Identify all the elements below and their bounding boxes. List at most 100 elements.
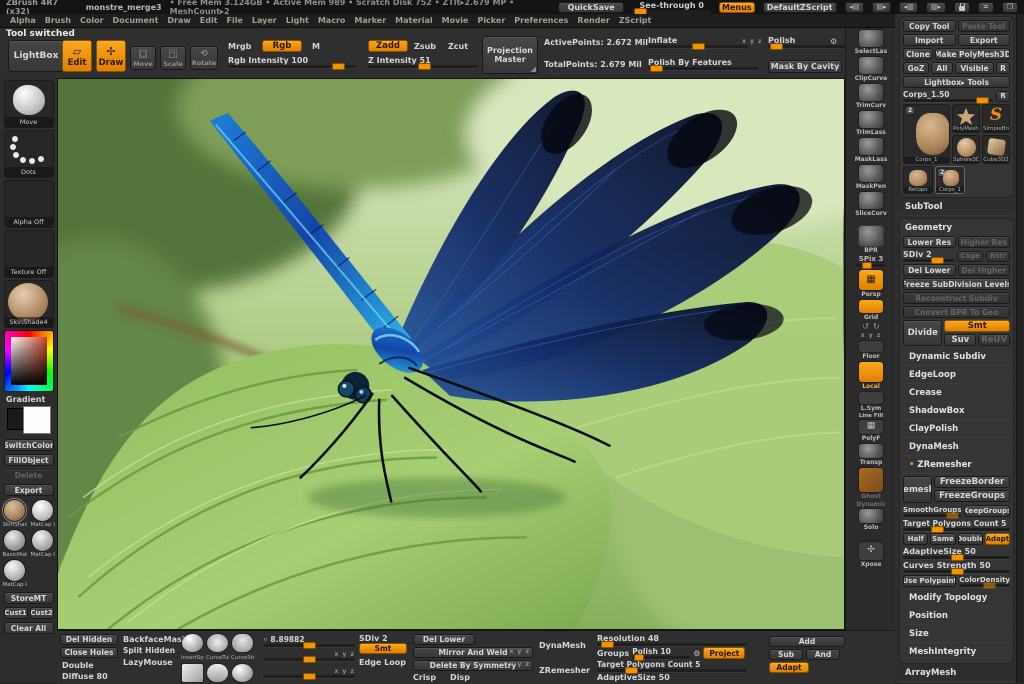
adapt-button[interactable]: Adapt — [985, 533, 1010, 545]
current-tool-thumb[interactable]: 2 Corps_1 — [903, 104, 950, 164]
alpha-tile[interactable]: Alpha Off — [4, 180, 54, 228]
rgb-intensity-slider[interactable]: Rgb Intensity 100 — [228, 56, 356, 68]
curves-strength-slider[interactable]: Curves Strength 50 — [903, 561, 1010, 573]
curvetub-brush[interactable] — [206, 633, 229, 653]
menu-draw[interactable]: Draw — [167, 16, 190, 25]
disp-toggle[interactable]: Disp — [450, 673, 470, 682]
lower-res-button[interactable]: Lower Res — [903, 236, 956, 248]
rstr-button[interactable]: Rstr — [986, 251, 1010, 262]
persp-button[interactable]: ▦ Persp — [853, 269, 889, 298]
convert-bpr-button[interactable]: Convert BPR To Geo — [903, 306, 1010, 318]
draw-size-slider[interactable]: ◦ 8.89882 — [263, 635, 355, 647]
polymesh3d-thumb[interactable]: PolyMesh3D — [952, 104, 980, 133]
section-position[interactable]: Position — [903, 607, 1010, 625]
double-button[interactable]: Double — [958, 533, 983, 545]
groups-toggle[interactable]: Groups — [597, 649, 629, 658]
diffuse-slider[interactable]: Diffuse 80 — [60, 671, 118, 682]
sphere3d-thumb[interactable]: Sphere3D — [952, 135, 980, 164]
reuv-button[interactable]: ReUV — [978, 334, 1010, 346]
retopo-thumb[interactable]: Retopo — [903, 166, 933, 194]
divide-button[interactable]: Divide — [903, 320, 942, 346]
cage-button[interactable]: Cage — [957, 251, 983, 262]
goz-button[interactable]: GoZ — [903, 62, 929, 74]
matcap-pearl[interactable]: MatCap P — [3, 559, 27, 588]
menu-render[interactable]: Render — [577, 16, 609, 25]
gradient-label[interactable]: Gradient — [0, 395, 45, 404]
dynamesh-and-button[interactable]: And — [806, 649, 840, 660]
polyf-button[interactable]: Line Fill ▦ PolyF — [853, 413, 889, 442]
spix-slider[interactable]: SPix 3 — [853, 255, 889, 268]
menu-light[interactable]: Light — [286, 16, 309, 25]
window-button[interactable]: ❒ — [1002, 2, 1018, 13]
half-button[interactable]: Half — [903, 533, 928, 545]
move-button[interactable]: ⿴Move — [130, 46, 156, 70]
inflate-slider[interactable]: Inflate — [648, 36, 748, 48]
mirror-and-weld-button[interactable]: Mirror And Weld x y z — [413, 647, 533, 658]
section-shadowbox[interactable]: ShadowBox — [903, 402, 1010, 420]
same-button[interactable]: Same — [930, 533, 955, 545]
lightbox-tools-button[interactable]: Lightbox▸ Tools — [903, 76, 1010, 88]
crisp-toggle[interactable]: Crisp — [413, 673, 436, 682]
panel-scrollbar[interactable] — [1016, 14, 1024, 683]
keepgroups-button[interactable]: KeepGroups — [964, 505, 1010, 517]
grid-button[interactable]: Grid — [853, 299, 889, 321]
zcut-button[interactable]: Zcut — [448, 42, 468, 51]
page-forward-button[interactable]: ▤▸ — [872, 2, 891, 13]
corps1-thumb[interactable]: 2 Corps_1 — [935, 166, 965, 194]
maskpen-button[interactable]: MaskPen — [853, 164, 889, 190]
lsym-button[interactable]: L.Sym — [853, 391, 889, 412]
bpr-button[interactable]: BPR — [853, 225, 889, 254]
color-square[interactable] — [11, 337, 47, 385]
clone-button[interactable]: Clone — [903, 48, 933, 60]
use-polypaint-button[interactable]: Use Polypaint — [903, 575, 956, 587]
cust2-button[interactable]: Cust2 — [30, 607, 54, 619]
menu-alpha[interactable]: Alpha — [10, 16, 36, 25]
resolution-slider[interactable]: Resolution 48 — [597, 634, 765, 646]
ghost-button[interactable]: Ghost — [853, 467, 889, 500]
delete-button[interactable]: Delete — [4, 469, 54, 481]
menu-color[interactable]: Color — [80, 16, 104, 25]
switchcolor-button[interactable]: SwitchColor — [4, 439, 54, 451]
tool-r-button[interactable]: R — [996, 91, 1010, 102]
projection-master-button[interactable]: Projection Master ◢ — [482, 36, 538, 74]
make-polymesh3d-button[interactable]: Make PolyMesh3D — [935, 48, 1010, 60]
menu-file[interactable]: File — [227, 16, 243, 25]
quicksave-button[interactable]: QuickSave — [558, 2, 625, 13]
double-toggle[interactable]: Double — [60, 660, 118, 671]
transp-button[interactable]: Transp — [853, 443, 889, 466]
strip-xyz-marks[interactable]: x y z — [853, 332, 889, 339]
rotate-view-buttons[interactable]: ↺ ↻ — [853, 322, 889, 331]
z-intensity-slider[interactable]: Z Intensity 51 — [368, 56, 478, 68]
smt-button[interactable]: Smt — [944, 320, 1010, 332]
del-lower-bottom-button[interactable]: Del Lower — [413, 634, 475, 645]
freeze-subdivision-button[interactable]: Freeze SubDivision Levels — [903, 278, 1010, 290]
delete-by-symmetry-button[interactable]: Delete By Symmetry x y z — [413, 660, 533, 671]
slicecurv-button[interactable]: SliceCurv — [853, 191, 889, 217]
clipcurve-button[interactable]: ClipCurve — [853, 56, 889, 82]
target-polygons-slider[interactable]: Target Polygons Count 5 — [903, 519, 1010, 531]
close-holes-button[interactable]: Close Holes — [60, 647, 118, 658]
polish-gear-icon[interactable]: ⚙ — [830, 37, 837, 46]
polish-bottom-gear-icon[interactable]: ⚙ — [693, 649, 700, 658]
paste-tool-button[interactable]: Paste Tool — [958, 20, 1011, 32]
split-hidden-button[interactable]: Split Hidden — [123, 645, 181, 656]
stroke-tile[interactable]: Dots — [4, 130, 54, 178]
mirror-xyz[interactable]: x y z — [510, 648, 530, 655]
menu-material[interactable]: Material — [395, 16, 432, 25]
del-hidden-button[interactable]: Del Hidden — [60, 634, 118, 645]
clear-all-button[interactable]: Clear All — [4, 622, 54, 634]
reconstruct-subdiv-button[interactable]: Reconstruct Subdiv — [903, 292, 1010, 304]
simplebrush-thumb[interactable]: S SimpleBru — [982, 104, 1010, 133]
menu-macro[interactable]: Macro — [318, 16, 346, 25]
zremesher-group-label[interactable]: ZRemesher — [539, 666, 589, 675]
cylinder-brush[interactable] — [206, 663, 229, 683]
subtool-header[interactable]: SubTool — [899, 198, 1014, 216]
xyz-slider-2[interactable]: x y z — [263, 668, 355, 678]
adaptive-size-bottom-slider[interactable]: AdaptiveSize 50 — [597, 673, 765, 682]
selectlas-button[interactable]: SelectLas — [853, 29, 889, 55]
rotate-left-icon[interactable]: ↺ — [862, 322, 869, 331]
delsym-xyz[interactable]: x y z — [510, 661, 530, 668]
import-button[interactable]: Import — [903, 34, 956, 46]
m-button[interactable]: M — [312, 42, 320, 51]
material-tile[interactable]: SkinShade4 — [4, 280, 54, 328]
